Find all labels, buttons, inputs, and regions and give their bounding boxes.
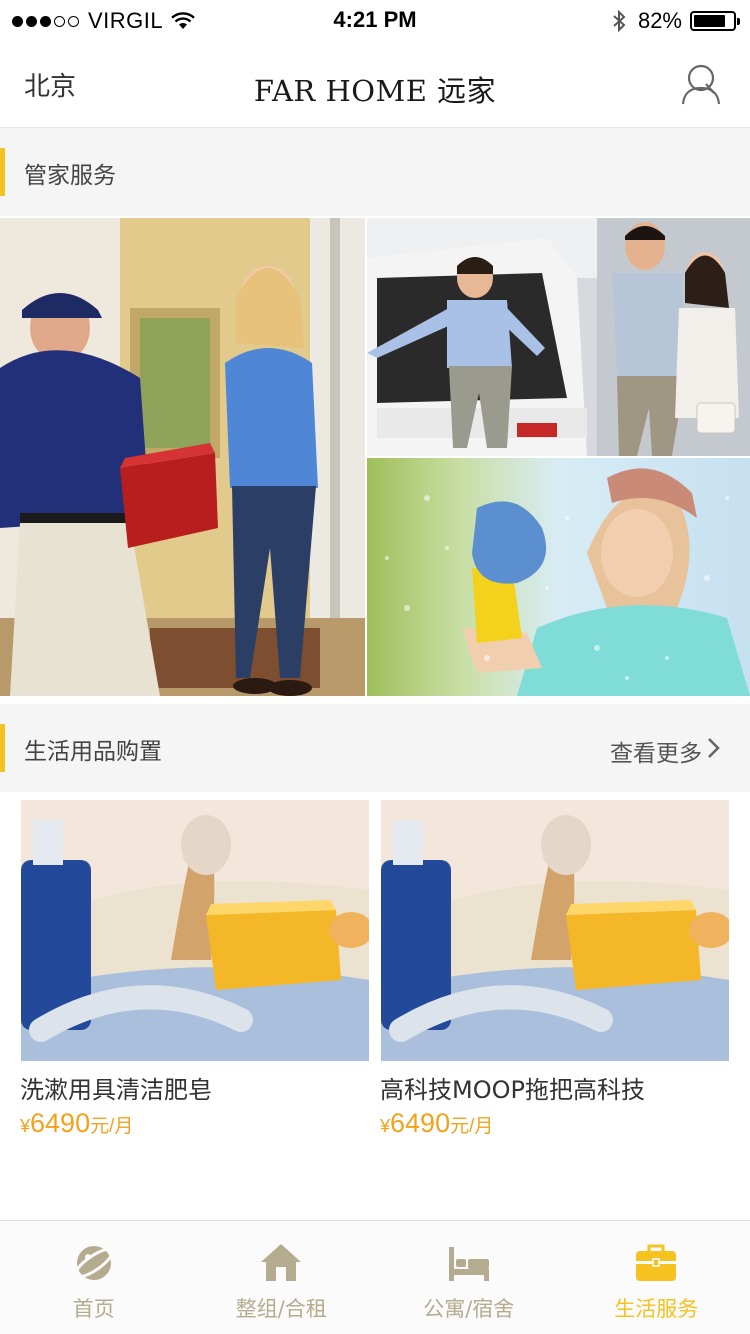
screen: VIRGIL 4:21 PM 82% 北京 FAR HOME 远家 管家服务 生… bbox=[0, 0, 750, 1334]
currency-symbol: ¥ bbox=[380, 1116, 391, 1136]
product-image[interactable] bbox=[381, 800, 729, 1061]
tab-label: 生活服务 bbox=[614, 1297, 699, 1321]
battery-icon bbox=[690, 11, 740, 31]
product-name[interactable]: 高科技MOOP拖把高科技 bbox=[380, 1070, 645, 1105]
product-name[interactable]: 洗漱用具清洁肥皂 bbox=[20, 1070, 212, 1105]
price-value: 6490 bbox=[30, 1108, 91, 1138]
status-bar: VIRGIL 4:21 PM 82% bbox=[0, 0, 750, 42]
product-image[interactable] bbox=[21, 800, 369, 1061]
butler-section-title: 管家服务 bbox=[24, 163, 116, 189]
products-section-title: 生活用品购置 bbox=[24, 739, 162, 765]
section-accent-bar bbox=[0, 148, 5, 196]
planet-icon bbox=[73, 1246, 114, 1280]
view-more-link[interactable]: 查看更多 bbox=[610, 734, 702, 768]
bluetooth-icon bbox=[613, 9, 626, 33]
tab-label: 整组/合租 bbox=[235, 1297, 327, 1321]
tab-label: 公寓/宿舍 bbox=[423, 1297, 515, 1321]
briefcase-icon bbox=[636, 1244, 677, 1281]
battery-fill bbox=[694, 15, 726, 27]
family-car-photo[interactable] bbox=[367, 218, 750, 456]
user-icon[interactable] bbox=[680, 62, 722, 106]
chevron-right-icon[interactable] bbox=[706, 737, 722, 759]
tab-bar: 首页 整组/合租 公寓/宿舍 生活服务 bbox=[0, 1220, 750, 1334]
section-accent-bar bbox=[0, 724, 5, 772]
bed-icon bbox=[448, 1247, 489, 1281]
window-cleaning-photo[interactable] bbox=[367, 458, 750, 696]
tab-shared-rent[interactable]: 整组/合租 bbox=[188, 1221, 376, 1334]
battery-percent: 82% bbox=[637, 8, 682, 33]
delivery-photo[interactable] bbox=[0, 218, 365, 696]
price-unit: 元/月 bbox=[90, 1116, 134, 1137]
price-unit: 元/月 bbox=[450, 1116, 494, 1137]
currency-symbol: ¥ bbox=[20, 1116, 31, 1136]
product-price: ¥6490元/月 bbox=[380, 1108, 493, 1139]
battery-area: 82% bbox=[612, 8, 740, 34]
butler-section-header: 管家服务 bbox=[0, 128, 750, 216]
tab-label: 首页 bbox=[72, 1297, 115, 1321]
tab-apartment[interactable]: 公寓/宿舍 bbox=[375, 1221, 563, 1334]
tab-home[interactable]: 首页 bbox=[0, 1221, 188, 1334]
product-price: ¥6490元/月 bbox=[20, 1108, 133, 1139]
nav-bar: 北京 FAR HOME 远家 bbox=[0, 42, 750, 128]
price-value: 6490 bbox=[390, 1108, 451, 1138]
products-section-header: 生活用品购置 查看更多 bbox=[0, 704, 750, 792]
house-icon bbox=[261, 1244, 302, 1281]
app-logo: FAR HOME 远家 bbox=[253, 74, 497, 108]
tab-life-service[interactable]: 生活服务 bbox=[563, 1221, 750, 1334]
